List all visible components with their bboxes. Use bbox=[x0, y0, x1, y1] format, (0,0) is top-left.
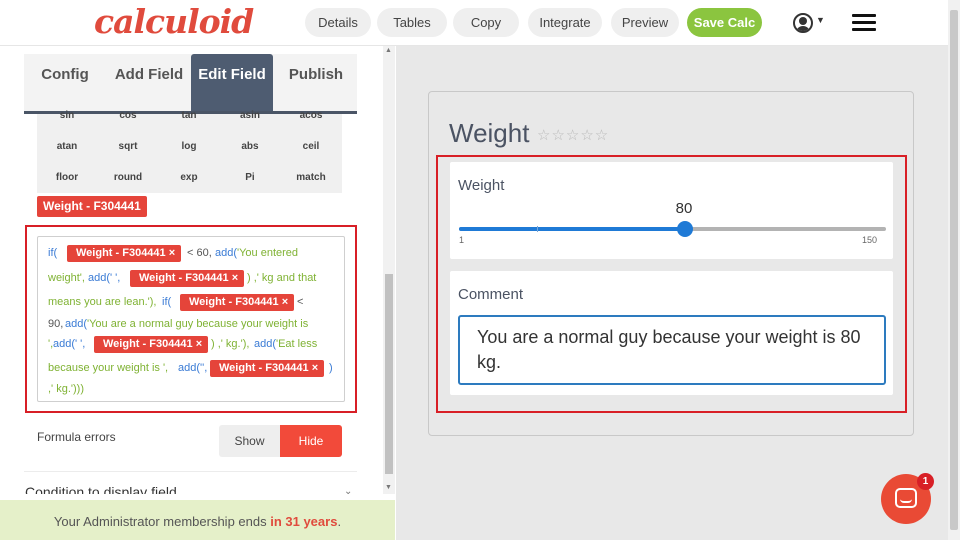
formula-text: add( bbox=[215, 247, 238, 259]
tables-button[interactable]: Tables bbox=[377, 8, 447, 37]
fn-atan[interactable]: atan bbox=[42, 141, 92, 152]
fn-ceil[interactable]: ceil bbox=[286, 141, 336, 152]
formula-text: 90, bbox=[48, 318, 64, 330]
formula-field-tag[interactable]: Weight - F304441 × bbox=[94, 336, 209, 353]
slider-max-label: 150 bbox=[862, 235, 878, 245]
hamburger-menu-icon[interactable] bbox=[852, 14, 876, 32]
editor-tabs: Config Add Field Edit Field Publish bbox=[24, 54, 357, 114]
fn-tan[interactable]: tan bbox=[164, 110, 214, 121]
formula-text: if( bbox=[162, 296, 172, 308]
fn-asin[interactable]: asin bbox=[225, 110, 275, 121]
fn-acos[interactable]: acos bbox=[286, 110, 336, 121]
banner-text: Your Administrator membership ends bbox=[53, 514, 271, 529]
fn-pi[interactable]: Pi bbox=[225, 172, 275, 183]
weight-slider[interactable] bbox=[459, 221, 886, 237]
calculator-title: Weight bbox=[449, 118, 530, 148]
formula-text: means you are lean.'), bbox=[48, 296, 157, 308]
formula-highlight: if( Weight - F304441 × < 60, add( 'You e… bbox=[25, 225, 357, 413]
scroll-down-icon[interactable]: ▼ bbox=[385, 484, 392, 491]
fn-sqrt[interactable]: sqrt bbox=[103, 141, 153, 152]
formula-text: add( bbox=[65, 318, 88, 330]
formula-text: ,' kg.'))) bbox=[48, 383, 84, 395]
banner-suffix: . bbox=[337, 514, 342, 529]
hide-errors-button[interactable]: Hide bbox=[280, 425, 342, 457]
formula-errors-label: Formula errors bbox=[37, 430, 116, 444]
fn-log[interactable]: log bbox=[164, 141, 214, 152]
banner-highlight: in 31 years bbox=[270, 514, 338, 529]
top-bar: calculoid Details Tables Copy Integrate … bbox=[0, 0, 948, 46]
slider-min-label: 1 bbox=[459, 235, 465, 245]
membership-banner: Your Administrator membership ends in 31… bbox=[0, 500, 395, 540]
formula-field-tag[interactable]: Weight - F304441 × bbox=[67, 245, 182, 262]
fn-abs[interactable]: abs bbox=[225, 141, 275, 152]
preview-button[interactable]: Preview bbox=[611, 8, 679, 37]
page-scrollbar[interactable] bbox=[948, 0, 960, 540]
scrollbar-thumb[interactable] bbox=[385, 274, 393, 474]
formula-text: 'Eat less bbox=[276, 338, 318, 350]
tab-publish[interactable]: Publish bbox=[275, 54, 357, 111]
tab-config[interactable]: Config bbox=[24, 54, 106, 111]
logo[interactable]: calculoid bbox=[94, 2, 254, 41]
fn-exp[interactable]: exp bbox=[164, 172, 214, 183]
calculator-card: Weight ☆☆☆☆☆ Weight 80 1 150 Comment You… bbox=[428, 91, 914, 436]
formula-text: < bbox=[297, 296, 304, 308]
details-button[interactable]: Details bbox=[305, 8, 371, 37]
formula-text: ) bbox=[329, 362, 333, 374]
editor-panel: Config Add Field Edit Field Publish sin … bbox=[0, 46, 382, 494]
chevron-down-icon[interactable]: ⌄ bbox=[344, 486, 352, 494]
formula-text: add(' ', bbox=[88, 272, 121, 284]
weight-field: Weight 80 1 150 bbox=[450, 162, 893, 259]
user-avatar-icon[interactable] bbox=[793, 13, 813, 33]
formula-text: 'You entered bbox=[237, 247, 299, 259]
fn-floor[interactable]: floor bbox=[42, 172, 92, 183]
comment-label: Comment bbox=[458, 286, 524, 303]
notification-badge: 1 bbox=[917, 473, 934, 490]
fn-sin[interactable]: sin bbox=[42, 110, 92, 121]
copy-button[interactable]: Copy bbox=[453, 8, 519, 37]
fn-round[interactable]: round bbox=[103, 172, 153, 183]
integrate-button[interactable]: Integrate bbox=[528, 8, 602, 37]
tab-add-field[interactable]: Add Field bbox=[108, 54, 190, 111]
rating-stars-icon[interactable]: ☆☆☆☆☆ bbox=[537, 126, 609, 144]
comment-field: Comment You are a normal guy because you… bbox=[450, 271, 893, 395]
formula-field-tag[interactable]: Weight - F304441 × bbox=[180, 294, 295, 311]
formula-text: < 60, bbox=[187, 247, 212, 259]
formula-field-tag[interactable]: Weight - F304441 × bbox=[210, 360, 325, 377]
function-keypad: sin cos tan asin acos atan sqrt log abs … bbox=[37, 110, 342, 193]
formula-text: add( bbox=[254, 338, 277, 350]
chevron-down-icon[interactable]: ▼ bbox=[816, 15, 825, 25]
formula-text: because your weight is ', bbox=[48, 362, 169, 374]
weight-label: Weight bbox=[458, 177, 505, 194]
fn-cos[interactable]: cos bbox=[103, 110, 153, 121]
formula-text: ) ,' kg.'), bbox=[211, 338, 250, 350]
formula-text: add('', bbox=[178, 362, 208, 374]
editor-scrollbar[interactable]: ▲ ▼ bbox=[383, 46, 395, 494]
scroll-up-icon[interactable]: ▲ bbox=[385, 47, 392, 54]
slider-value: 80 bbox=[675, 200, 693, 217]
condition-section-header[interactable]: Condition to display field bbox=[25, 484, 177, 494]
tab-edit-field[interactable]: Edit Field bbox=[191, 54, 273, 111]
slider-tick bbox=[537, 226, 538, 232]
field-tag-weight[interactable]: Weight - F304441 bbox=[37, 196, 147, 217]
formula-editor[interactable]: if( Weight - F304441 × < 60, add( 'You e… bbox=[37, 236, 345, 402]
save-calc-button[interactable]: Save Calc bbox=[687, 8, 762, 37]
formula-text: 'You are a normal guy because your weigh… bbox=[87, 318, 309, 330]
slider-fill bbox=[459, 227, 686, 231]
formula-text: weight', bbox=[48, 272, 85, 284]
show-errors-button[interactable]: Show bbox=[219, 425, 280, 457]
formula-text: if( bbox=[48, 247, 58, 259]
comment-output[interactable]: You are a normal guy because your weight… bbox=[458, 315, 886, 385]
divider bbox=[24, 471, 357, 472]
preview-area: Weight ☆☆☆☆☆ Weight 80 1 150 Comment You… bbox=[396, 46, 948, 540]
slider-handle[interactable] bbox=[677, 221, 694, 237]
formula-text: ) ,' kg and that bbox=[247, 272, 317, 284]
formula-field-tag[interactable]: Weight - F304441 × bbox=[130, 270, 245, 287]
fn-match[interactable]: match bbox=[286, 172, 336, 183]
fields-highlight: Weight 80 1 150 Comment You are a normal… bbox=[436, 155, 907, 413]
formula-text: add(' ', bbox=[53, 338, 86, 350]
